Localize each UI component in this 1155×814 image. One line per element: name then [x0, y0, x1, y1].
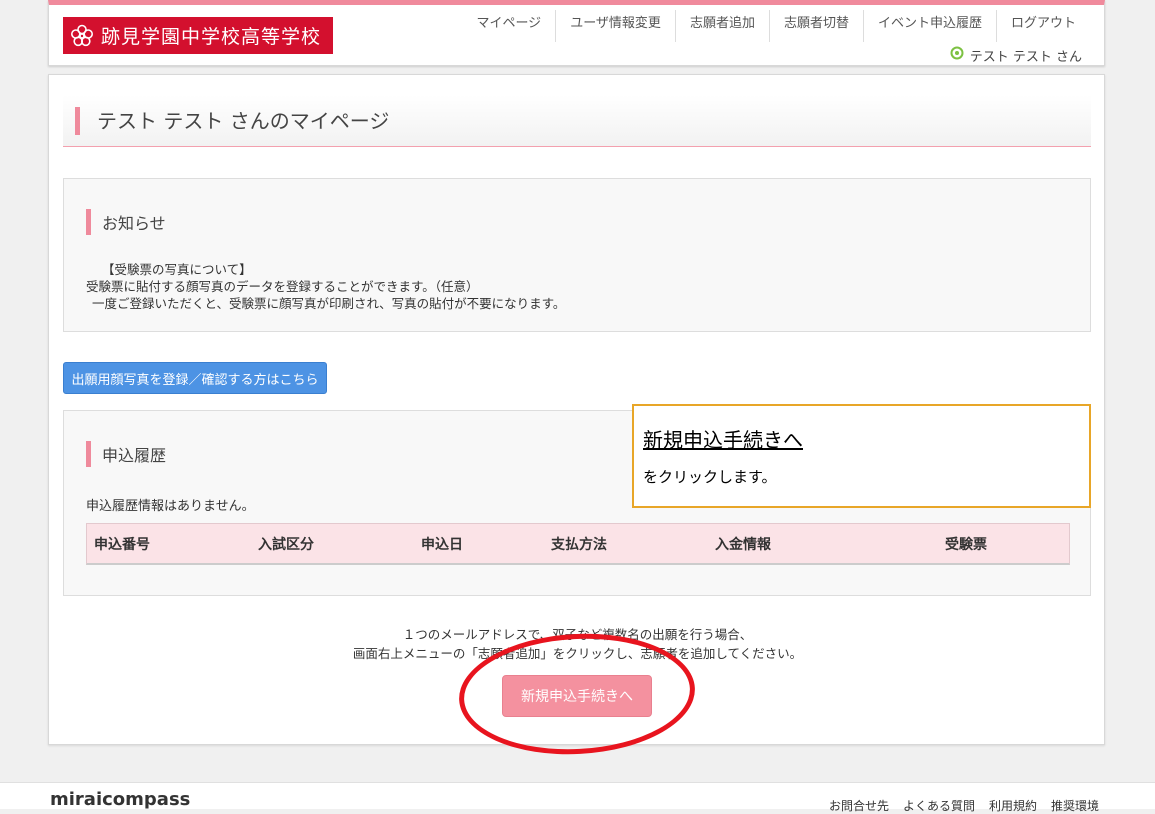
footer-link-faq[interactable]: よくある質問	[903, 797, 975, 814]
col-application-date: 申込日	[421, 537, 463, 553]
callout-text: をクリックします。	[643, 468, 777, 486]
history-heading-text: 申込履歴	[102, 446, 167, 465]
callout-title: 新規申込手続きへ	[643, 428, 803, 452]
instruction-callout: 新規申込手続きへ をクリックします。	[632, 404, 1091, 508]
col-application-number: 申込番号	[94, 537, 150, 553]
school-logo[interactable]: 跡見学園中学校高等学校	[63, 17, 333, 54]
col-exam-category: 入試区分	[258, 537, 314, 553]
nav-mypage[interactable]: マイページ	[462, 10, 555, 42]
user-name: テスト テスト さん	[969, 49, 1082, 65]
history-table-header: 申込番号 入試区分 申込日 支払方法 入金情報 受験票	[86, 523, 1070, 565]
notice-line-1: 【受験票の写真について】	[102, 262, 252, 277]
notice-line-3: 一度ご登録いただくと、受験票に顔写真が印刷され、写真の貼付が不要になります。	[92, 296, 566, 311]
nav-event-history[interactable]: イベント申込履歴	[862, 10, 996, 42]
history-empty-message: 申込履歴情報はありません。	[86, 499, 255, 514]
col-payment-method: 支払方法	[551, 537, 607, 553]
notice-body: 【受験票の写真について】 受験票に貼付する顔写真のデータを登録することができます…	[86, 261, 565, 312]
col-payment-info: 入金情報	[715, 537, 771, 553]
nav-add-applicant[interactable]: 志願者追加	[674, 10, 769, 42]
nav-logout[interactable]: ログアウト	[995, 10, 1090, 42]
history-accent-bar	[86, 441, 91, 467]
user-swirl-icon	[949, 45, 965, 65]
notice-heading: お知らせ	[86, 209, 166, 235]
site-footer: miraicompass お問合せ先 よくある質問 利用規約 推奨環境	[0, 782, 1155, 813]
footer-logo: miraicompass	[50, 789, 191, 810]
notice-panel: お知らせ 【受験票の写真について】 受験票に貼付する顔写真のデータを登録すること…	[63, 178, 1091, 332]
flower-logo-icon	[69, 23, 95, 49]
page-title: テスト テスト さんのマイページ	[97, 109, 390, 133]
nav-switch-applicant[interactable]: 志願者切替	[768, 10, 863, 42]
footer-link-env[interactable]: 推奨環境	[1051, 797, 1099, 814]
site-header: 跡見学園中学校高等学校 マイページ ユーザ情報変更 志願者追加 志願者切替 イベ…	[48, 0, 1105, 66]
top-nav: マイページ ユーザ情報変更 志願者追加 志願者切替 イベント申込履歴 ログアウト	[462, 10, 1090, 42]
title-accent-bar	[75, 107, 80, 135]
photo-register-button[interactable]: 出願用顔写真を登録／確認する方はこちら	[63, 362, 327, 394]
footer-link-terms[interactable]: 利用規約	[989, 797, 1037, 814]
footer-link-contact[interactable]: お問合せ先	[829, 797, 889, 814]
notice-line-2: 受験票に貼付する顔写真のデータを登録することができます。（任意）	[86, 279, 479, 294]
notice-heading-text: お知らせ	[102, 214, 166, 233]
current-user: テスト テスト さん	[949, 45, 1082, 65]
col-exam-ticket: 受験票	[945, 537, 987, 553]
school-name: 跡見学園中学校高等学校	[101, 26, 322, 48]
page-title-box: テスト テスト さんのマイページ	[63, 95, 1091, 147]
notice-accent-bar	[86, 209, 91, 235]
nav-user-info[interactable]: ユーザ情報変更	[555, 10, 675, 42]
history-heading: 申込履歴	[86, 441, 166, 467]
footer-links: お問合せ先 よくある質問 利用規約 推奨環境	[829, 797, 1099, 814]
